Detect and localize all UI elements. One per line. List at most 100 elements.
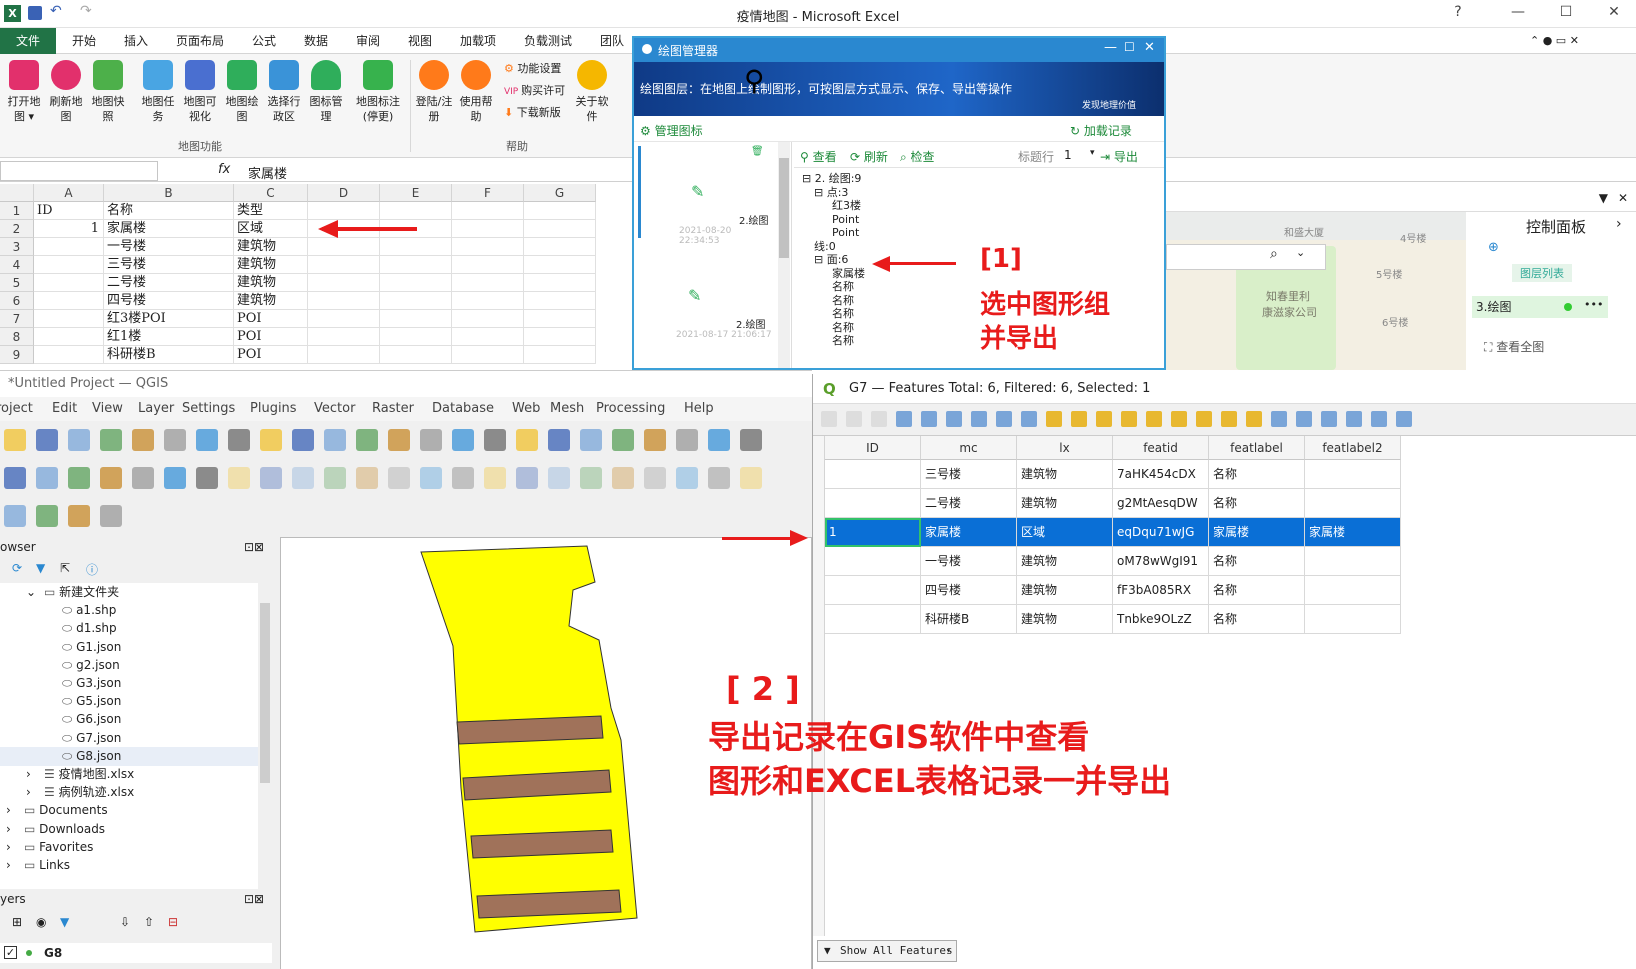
row-header[interactable]: 4 [0,256,34,274]
identify-icon[interactable] [452,467,474,489]
thumbnail-item[interactable]: ✎ 2.绘图 2021-08-20 22:34:53 🗑 [638,146,772,246]
sheet-cell[interactable] [452,220,524,238]
print-icon[interactable] [580,429,602,451]
maximize-icon[interactable]: ☐ [1124,40,1135,54]
zoom-out-icon[interactable] [420,429,442,451]
zoom-out-icon[interactable] [644,467,666,489]
save-icon[interactable] [260,467,282,489]
add-icon[interactable]: ⊕ [1488,240,1499,255]
pan-icon[interactable] [324,467,346,489]
close-icon[interactable]: ✕ [1618,191,1628,205]
row-header[interactable]: 8 [0,328,34,346]
edit-icon[interactable] [821,411,837,427]
help-button[interactable]: 使用帮助 [456,60,496,124]
zoom-in-icon[interactable] [100,467,122,489]
view-button[interactable]: ⚲ 查看 [800,148,837,165]
dock-icon[interactable] [1371,411,1387,427]
sheet-cell[interactable] [380,238,452,256]
table-cell[interactable]: 1 [825,518,921,547]
about-button[interactable]: 关于软件 [572,60,612,124]
table-cell[interactable] [825,460,921,489]
sheet-cell[interactable] [524,238,596,256]
layer-list-tab[interactable]: 图层列表 [1512,264,1572,282]
collapse-ribbon-icon[interactable]: ⌃ ● ▭ ✕ [1530,34,1579,47]
menu-item[interactable]: Processing [596,401,665,416]
field-calc-icon[interactable] [1321,411,1337,427]
table-cell[interactable]: fF3bA085RX [1113,576,1209,605]
sheet-cell[interactable]: POI [234,328,308,346]
column-header[interactable]: D [308,184,380,202]
pan-icon[interactable] [612,429,634,451]
sheet-cell[interactable] [380,202,452,220]
move-top-icon[interactable] [1196,411,1212,427]
tree-node[interactable]: ⊟ 面:6 [814,253,848,267]
zoom-in-icon[interactable] [612,467,634,489]
maximize-icon[interactable]: ☐ [1556,4,1576,24]
table-cell[interactable]: 科研楼B [921,605,1017,634]
sheet-cell[interactable] [452,310,524,328]
table-cell[interactable]: 建筑物 [1017,460,1113,489]
browser-item[interactable]: › ▭ Documents [0,801,258,820]
sheet-cell[interactable] [380,274,452,292]
table-cell[interactable]: 名称 [1209,460,1305,489]
menu-item[interactable]: Settings [182,401,235,416]
column-header[interactable]: F [452,184,524,202]
open-icon[interactable] [228,467,250,489]
table-cell[interactable] [825,489,921,518]
sheet-cell[interactable] [34,292,104,310]
select-icon[interactable] [452,429,474,451]
select-icon[interactable] [676,467,698,489]
sheet-cell[interactable]: 建筑物 [234,256,308,274]
sheet-cell[interactable] [524,310,596,328]
sheet-cell[interactable] [308,346,380,364]
conditional-icon[interactable] [1346,411,1362,427]
table-cell[interactable]: Tnbke9OLzZ [1113,605,1209,634]
sheet-cell[interactable] [524,202,596,220]
browser-item[interactable]: › ▭ Favorites [0,838,258,857]
sheet-cell[interactable] [452,328,524,346]
table-cell[interactable] [1305,576,1401,605]
layer-visible-checkbox[interactable]: ✓ [4,946,17,959]
browser-item[interactable]: ⬭ G5.json [0,692,258,711]
collapse-icon[interactable]: ⇧ [144,915,154,929]
sheet-cell[interactable] [452,256,524,274]
sheet-cell[interactable] [452,274,524,292]
sheet-cell[interactable]: 家属楼 [104,220,234,238]
table-cell[interactable]: 家属楼 [1209,518,1305,547]
select-icon[interactable] [708,429,730,451]
refresh-icon[interactable]: ⟳ [12,561,22,575]
tree-node[interactable]: Point [832,226,859,240]
manage-icons-button[interactable]: ⚙ 管理图标 [640,122,703,139]
sheet-cell[interactable] [524,220,596,238]
search-icon[interactable]: ⌕ [1270,246,1278,262]
map-snapshot-button[interactable]: 地图快照 [88,60,128,124]
table-cell[interactable]: oM78wWgI91 [1113,547,1209,576]
menu-item[interactable]: Raster [372,401,414,416]
map-drawing-button[interactable]: 地图绘图 [222,60,262,124]
tree-node[interactable]: ⊟ 2. 绘图:9 [802,172,861,186]
table-cell[interactable]: 名称 [1209,547,1305,576]
chevron-down-icon[interactable]: ▾ [1090,148,1095,158]
zoom-in-icon[interactable] [644,429,666,451]
zoom-out-icon[interactable] [388,467,410,489]
table-cell[interactable]: 名称 [1209,576,1305,605]
buy-license-link[interactable]: VIP 购买许可 [504,82,565,98]
expand-arrow-icon[interactable]: › [6,838,11,857]
add-group-icon[interactable]: ⊞ [12,915,22,929]
tree-node[interactable]: 名称 [832,307,854,321]
table-cell[interactable]: 名称 [1209,489,1305,518]
select-icon[interactable] [164,467,186,489]
copy-icon[interactable] [996,411,1012,427]
tab-load-test[interactable]: 负载测试 [516,28,580,54]
tab-data[interactable]: 数据 [296,28,336,54]
table-cell[interactable] [1305,605,1401,634]
select-icon[interactable] [1096,411,1112,427]
table-cell[interactable] [1305,547,1401,576]
sheet-cell[interactable] [308,238,380,256]
sheet-cell[interactable] [34,310,104,328]
save-icon[interactable] [292,429,314,451]
sheet-cell[interactable] [380,292,452,310]
zoom-in-icon[interactable] [356,467,378,489]
row-header[interactable]: 7 [0,310,34,328]
check-button[interactable]: ⌕ 检查 [900,148,935,165]
